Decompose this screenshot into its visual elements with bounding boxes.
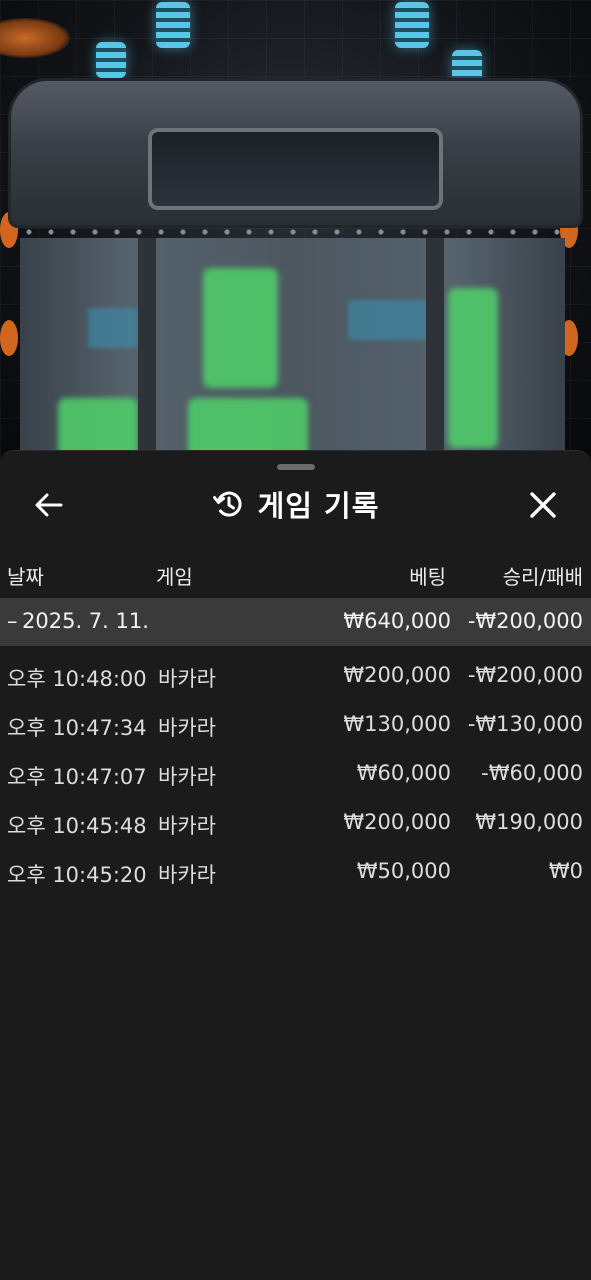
row-game: 바카라 — [158, 814, 216, 838]
sheet-header: 게임 기록 — [0, 473, 591, 535]
row-time: 오후 10:47:07 — [7, 765, 147, 789]
date-group-bet-total: ₩640,000 — [343, 609, 451, 633]
close-button[interactable] — [520, 483, 566, 527]
row-game: 바카라 — [158, 765, 216, 789]
row-time: 오후 10:45:20 — [7, 863, 147, 887]
row-win-loss: -₩60,000 — [481, 761, 583, 785]
collapse-toggle-icon[interactable]: – — [7, 609, 18, 633]
row-bet: ₩130,000 — [343, 712, 451, 736]
table-row[interactable]: 오후 10:45:20 바카라 ₩50,000 ₩0 — [0, 847, 591, 896]
row-time: 오후 10:48:00 — [7, 667, 147, 691]
table-row[interactable]: 오후 10:45:48 바카라 ₩200,000 ₩190,000 — [0, 798, 591, 847]
game-background-scene — [0, 0, 591, 470]
date-group-label: 2025. 7. 11. — [22, 609, 149, 633]
row-bet: ₩200,000 — [343, 810, 451, 834]
row-win-loss: ₩190,000 — [475, 810, 583, 834]
date-group-win-loss-total: -₩200,000 — [467, 609, 583, 633]
date-group-row[interactable]: – 2025. 7. 11. ₩640,000 -₩200,000 — [0, 598, 591, 646]
row-game: 바카라 — [158, 716, 216, 740]
row-win-loss: ₩0 — [548, 859, 583, 883]
column-header-date: 날짜 — [7, 565, 44, 589]
table-row[interactable]: 오후 10:48:00 바카라 ₩200,000 -₩200,000 — [0, 651, 591, 700]
table-row[interactable]: 오후 10:47:07 바카라 ₩60,000 -₩60,000 — [0, 749, 591, 798]
page-title: 게임 기록 — [257, 489, 380, 523]
column-header-bet: 베팅 — [409, 565, 446, 589]
history-icon — [212, 491, 242, 517]
column-header-game: 게임 — [156, 565, 193, 589]
row-win-loss: -₩200,000 — [467, 663, 583, 687]
sheet-drag-handle[interactable] — [277, 464, 315, 470]
tesla-coil-decoration — [156, 2, 190, 48]
game-history-sheet: 게임 기록 날짜 게임 베팅 승리/패배 – 2025. 7. 11. ₩640… — [0, 450, 591, 1280]
row-bet: ₩200,000 — [343, 663, 451, 687]
sheet-title-group: 게임 기록 — [0, 481, 591, 527]
row-game: 바카라 — [158, 667, 216, 691]
tesla-coil-decoration — [96, 42, 126, 78]
row-game: 바카라 — [158, 863, 216, 887]
back-arrow-icon — [35, 493, 63, 517]
row-bet: ₩50,000 — [356, 859, 451, 883]
row-bet: ₩60,000 — [356, 761, 451, 785]
column-header-win-loss: 승리/패배 — [502, 565, 583, 589]
close-icon — [530, 492, 556, 518]
row-time: 오후 10:47:34 — [7, 716, 147, 740]
game-drum-machine — [8, 78, 583, 458]
row-time: 오후 10:45:48 — [7, 814, 147, 838]
history-list: 오후 10:48:00 바카라 ₩200,000 -₩200,000 오후 10… — [0, 651, 591, 896]
back-button[interactable] — [27, 483, 71, 527]
tesla-coil-decoration — [395, 2, 429, 48]
row-win-loss: -₩130,000 — [467, 712, 583, 736]
table-row[interactable]: 오후 10:47:34 바카라 ₩130,000 -₩130,000 — [0, 700, 591, 749]
